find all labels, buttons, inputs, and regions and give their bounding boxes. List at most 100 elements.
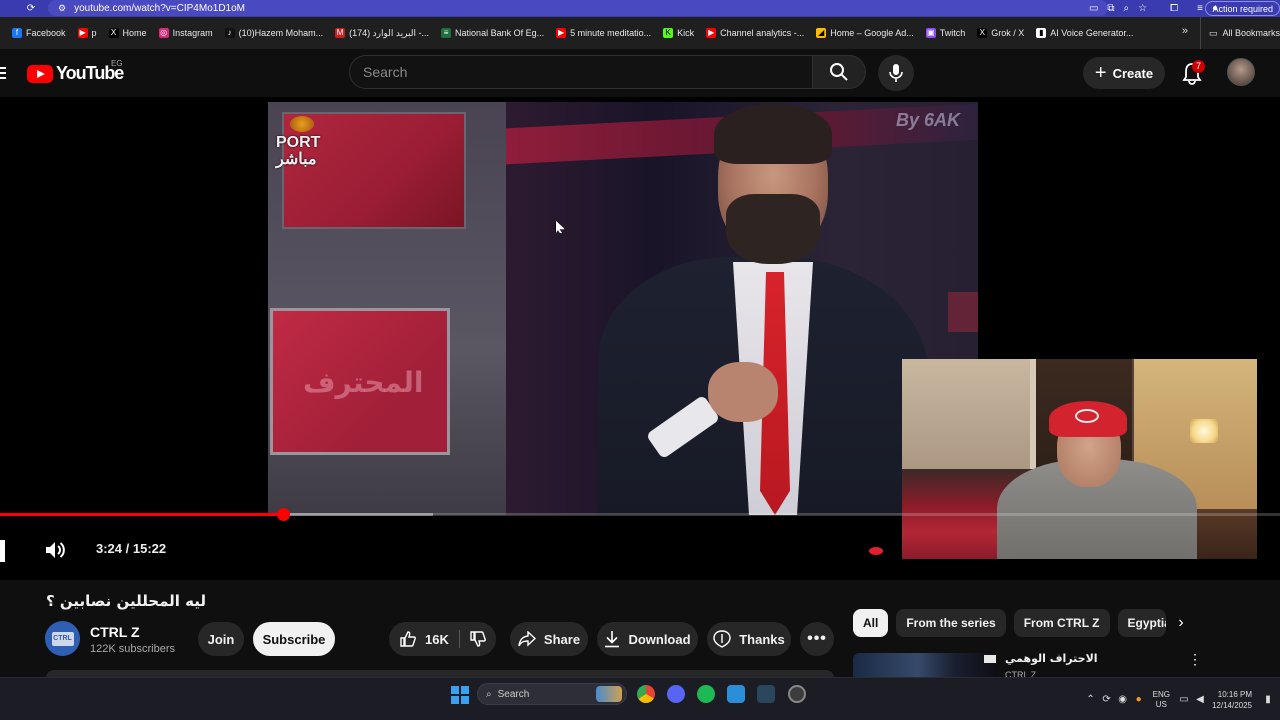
reading-list-icon[interactable]: ≡ <box>1197 3 1203 14</box>
network-icon[interactable]: ▭ <box>1176 694 1192 705</box>
channel-avatar-logo: CTRL Z <box>51 631 74 656</box>
bookmark-favicon-icon: ▶ <box>77 28 88 38</box>
search-button[interactable] <box>812 55 866 89</box>
bookmark-label: Instagram <box>172 28 213 38</box>
translate-icon[interactable]: ⧉ <box>1107 3 1114 14</box>
bookmark-item[interactable]: ≡ National Bank Of Eg... <box>435 23 550 43</box>
video-frame[interactable]: المحترف PORT مباشر By 6AK <box>268 102 978 515</box>
bookmark-item[interactable]: M (174) البريد الوارد -... <box>329 23 435 43</box>
extensions-icon[interactable]: ⧠ <box>1170 3 1178 14</box>
speaker-icon[interactable]: ◀ <box>1192 694 1208 705</box>
volume-icon[interactable] <box>44 540 66 560</box>
bookmark-item[interactable]: X Home <box>103 23 153 43</box>
like-button[interactable]: 16K <box>389 622 496 656</box>
share-button[interactable]: Share <box>510 622 588 656</box>
recommendation-menu-icon[interactable]: ⋮ <box>1188 652 1202 666</box>
bookmark-label: 5 minute meditatio... <box>570 28 652 38</box>
bookmark-item[interactable]: f Facebook <box>6 23 72 43</box>
chip-egyptian[interactable]: Egyptia <box>1117 609 1166 637</box>
spotify-icon[interactable] <box>697 685 715 703</box>
recommendation-thumbnail[interactable] <box>853 653 997 677</box>
obs-icon[interactable] <box>788 685 806 703</box>
bookmark-item[interactable]: ◢ Home – Google Ad... <box>810 23 920 43</box>
chevron-right-icon[interactable]: › <box>1167 609 1195 637</box>
share-icon <box>518 631 536 647</box>
sync-icon[interactable]: ⟳ <box>1099 694 1115 705</box>
file-explorer-icon[interactable] <box>727 685 745 703</box>
cast-icon[interactable]: ▭ <box>1089 3 1098 14</box>
steam-icon[interactable] <box>757 685 775 703</box>
mic-tray-icon[interactable]: ● <box>1131 694 1147 705</box>
windows-start-icon[interactable] <box>451 686 469 704</box>
bookmark-label: p <box>91 28 97 38</box>
language-code: ENG <box>1152 689 1170 699</box>
subscribe-button[interactable]: Subscribe <box>253 622 335 656</box>
bookmark-label: Grok / X <box>991 28 1025 38</box>
taskbar-search[interactable]: ⌕ Search <box>477 683 627 705</box>
bookmark-favicon-icon: ≡ <box>441 28 452 38</box>
notification-center-icon[interactable]: ▮ <box>1260 694 1276 705</box>
like-count: 16K <box>425 631 449 647</box>
channel-avatar[interactable]: CTRL Z <box>45 621 80 656</box>
zoom-icon[interactable]: ⌕ <box>1124 3 1130 14</box>
bookmark-favicon-icon: ◢ <box>816 28 827 38</box>
chip-from-channel[interactable]: From CTRL Z <box>1013 609 1110 637</box>
action-required-button[interactable]: Action required <box>1205 1 1280 16</box>
bookmark-favicon-icon: M <box>335 28 346 38</box>
bookmark-label: Twitch <box>939 28 966 38</box>
language-indicator[interactable]: ENG US <box>1153 690 1170 710</box>
join-button[interactable]: Join <box>198 622 244 656</box>
bookmark-favicon-icon: ♪ <box>224 28 235 38</box>
bookmark-item[interactable]: ♪ (10)Hazem Moham... <box>219 23 330 43</box>
studio-panel: المحترف PORT مباشر <box>268 102 506 515</box>
bookmarks-overflow-icon[interactable]: » <box>1182 25 1188 37</box>
search-input[interactable]: Search <box>349 55 813 89</box>
bookmark-label: AI Voice Generator... <box>1050 28 1134 38</box>
bookmark-star-icon[interactable]: ☆ <box>1138 3 1147 14</box>
thanks-button[interactable]: Thanks <box>707 622 791 656</box>
voice-search-button[interactable] <box>878 55 914 91</box>
bookmark-item[interactable]: K Kick <box>657 23 700 43</box>
folder-icon: ▭ <box>1208 27 1218 38</box>
cap-logo-icon <box>1075 409 1099 423</box>
video-player[interactable]: المحترف PORT مباشر By 6AK 3:24 / 15:22 <box>0 97 1280 580</box>
site-info-icon[interactable]: ⚙ <box>58 3 66 14</box>
bookmark-item[interactable]: ▮ AI Voice Generator... <box>1030 23 1139 43</box>
bookmark-favicon-icon: K <box>663 28 674 38</box>
bookmark-item[interactable]: ▶ 5 minute meditatio... <box>550 23 657 43</box>
presenter-beard <box>726 194 820 264</box>
like-divider <box>459 630 460 648</box>
address-bar[interactable]: ⚙ youtube.com/watch?v=CIP4Mo1D1oM <box>48 0 1108 16</box>
recommendation-title[interactable]: الاحتراف الوهمي <box>1005 652 1098 665</box>
create-button[interactable]: + Create <box>1083 57 1165 89</box>
pause-button[interactable] <box>0 540 10 562</box>
youtube-logo[interactable]: YouTube <box>27 63 124 84</box>
bookmark-favicon-icon: f <box>12 28 22 38</box>
bookmark-item[interactable]: ▣ Twitch <box>920 23 972 43</box>
progress-bar[interactable] <box>0 508 1280 521</box>
discord-icon[interactable] <box>667 685 685 703</box>
bookmark-label: Kick <box>677 28 695 38</box>
all-bookmarks-button[interactable]: ▭ All Bookmarks <box>1199 17 1280 49</box>
chip-from-series[interactable]: From the series <box>896 609 1006 637</box>
account-avatar[interactable] <box>1227 58 1255 86</box>
hamburger-menu-icon[interactable] <box>0 67 6 79</box>
reload-icon[interactable]: ⟳ <box>22 0 40 17</box>
taskbar-clock[interactable]: 10:16 PM 12/14/2025 <box>1212 689 1252 711</box>
progress-scrubber[interactable] <box>277 508 291 521</box>
bookmark-item[interactable]: ◎ Instagram <box>153 23 219 43</box>
chip-all[interactable]: All <box>853 609 889 637</box>
download-button[interactable]: Download <box>597 622 698 656</box>
chrome-icon[interactable] <box>637 685 655 703</box>
bookmark-item[interactable]: ▶ p <box>72 23 103 43</box>
game-controller-icon[interactable]: ◉ <box>1115 694 1131 705</box>
more-actions-button[interactable]: ••• <box>800 622 834 656</box>
tray-overflow-icon[interactable]: ⌃ <box>1083 694 1099 705</box>
thumbs-down-icon[interactable] <box>469 630 487 648</box>
bookmark-item[interactable]: X Grok / X <box>971 23 1030 43</box>
channel-logo-overlay: PORT مباشر <box>276 116 320 168</box>
bookmark-favicon-icon: ◎ <box>158 28 169 38</box>
bookmark-item[interactable]: ▶ Channel analytics -... <box>700 23 810 43</box>
download-icon <box>605 631 620 648</box>
channel-name[interactable]: CTRL Z <box>90 624 140 640</box>
